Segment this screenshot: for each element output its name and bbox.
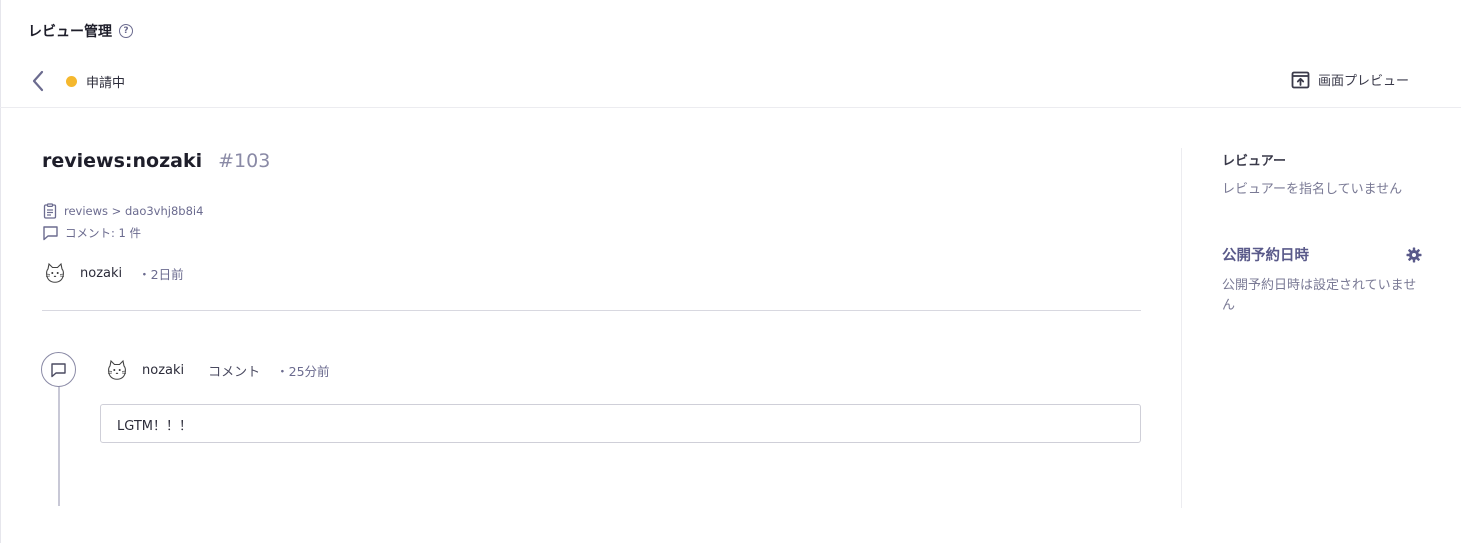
- publish-schedule-section: 公開予約日時 公開予約日時は設定されていません: [1222, 244, 1422, 316]
- comment-icon: [43, 226, 58, 241]
- screen-preview-button[interactable]: 画面プレビュー: [1291, 70, 1409, 89]
- comment-time: ・25分前: [276, 363, 330, 379]
- comment-kind: コメント: [208, 364, 261, 380]
- publish-schedule-heading: 公開予約日時: [1222, 248, 1309, 264]
- review-title: reviews:nozaki: [42, 150, 203, 172]
- status-label: 申請中: [86, 76, 126, 91]
- sidebar-divider: [1181, 148, 1182, 508]
- reviewers-empty-text: レビュアーを指名していません: [1222, 182, 1403, 197]
- back-button[interactable]: [28, 68, 48, 94]
- gear-icon[interactable]: [1406, 247, 1422, 263]
- chevron-left-icon: [32, 70, 44, 92]
- reviewers-heading: レビュアー: [1222, 154, 1286, 169]
- content-divider: [42, 310, 1141, 311]
- status-dot: [66, 76, 77, 87]
- avatar: [104, 357, 130, 383]
- help-icon[interactable]: ?: [119, 24, 133, 38]
- avatar: [42, 260, 68, 286]
- preview-upload-icon: [1291, 71, 1310, 88]
- timeline-line: [58, 384, 60, 506]
- timeline-item-header: nozaki コメント ・25分前: [104, 357, 330, 383]
- comment-body: LGTM！！！: [100, 404, 1141, 443]
- comment-count-label: コメント: 1 件: [65, 226, 142, 240]
- publish-schedule-empty-text: 公開予約日時は設定されていません: [1222, 278, 1417, 313]
- toolbar: 申請中 画面プレビュー: [0, 58, 1461, 108]
- status-badge: 申請中: [66, 72, 125, 91]
- clipboard-icon: [43, 203, 57, 219]
- reviewers-section: レビュアー レビュアーを指名していません: [1222, 150, 1422, 200]
- sidebar: レビュアー レビュアーを指名していません 公開予約日時 公開予約日時は設定されて…: [1222, 150, 1422, 313]
- review-path[interactable]: reviews > dao3vhj8b8i4: [42, 203, 203, 219]
- review-number: #103: [218, 150, 271, 172]
- cat-avatar-icon: [45, 262, 65, 283]
- comment-icon: [51, 362, 66, 377]
- comment-count: コメント: 1 件: [42, 225, 141, 241]
- comment-author[interactable]: nozaki: [142, 363, 184, 378]
- page-title: レビュー管理: [28, 24, 112, 40]
- review-author: nozaki ・2日前: [42, 260, 184, 286]
- created-time: ・2日前: [138, 266, 184, 282]
- timeline-comment-node: [41, 352, 76, 387]
- publish-schedule-header: 公開予約日時: [1222, 244, 1422, 265]
- review-detail: reviews:nozaki #103 reviews > dao3vhj8b8…: [42, 150, 1142, 311]
- review-title-row: reviews:nozaki #103: [42, 150, 1142, 172]
- page-header: レビュー管理 ?: [28, 21, 133, 41]
- cat-avatar-icon: [107, 359, 127, 380]
- screen-preview-label: 画面プレビュー: [1318, 74, 1410, 89]
- review-path-label: reviews > dao3vhj8b8i4: [64, 204, 204, 218]
- author-name[interactable]: nozaki: [80, 266, 122, 281]
